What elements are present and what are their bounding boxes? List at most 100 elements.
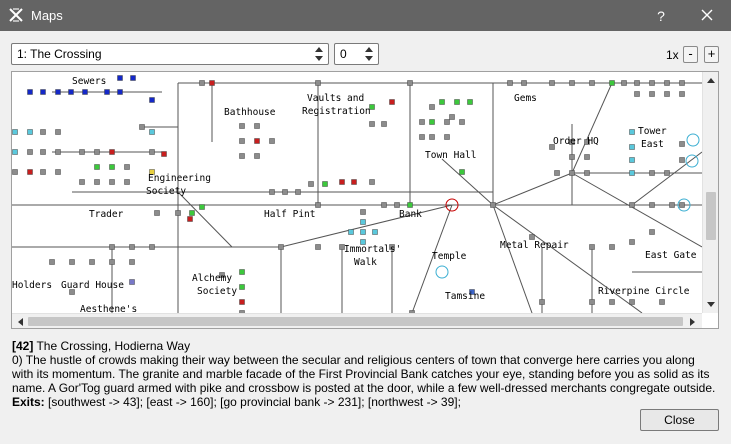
map-room[interactable] — [12, 129, 18, 135]
map-room[interactable] — [239, 299, 245, 305]
map-room[interactable] — [149, 244, 155, 250]
map-room[interactable] — [459, 169, 465, 175]
map-room[interactable] — [634, 80, 640, 86]
map-room[interactable] — [664, 80, 670, 86]
map-room[interactable] — [348, 229, 354, 235]
horizontal-scrollbar[interactable] — [12, 313, 702, 328]
map-room[interactable] — [27, 169, 33, 175]
map-room[interactable] — [529, 234, 535, 240]
map-room[interactable] — [439, 99, 445, 105]
map-room[interactable] — [68, 89, 74, 95]
map-room[interactable] — [649, 80, 655, 86]
map-room[interactable] — [664, 170, 670, 176]
map-room[interactable] — [94, 179, 100, 185]
map-room[interactable] — [49, 259, 55, 265]
map-room[interactable] — [315, 80, 321, 86]
vertical-scrollbar[interactable] — [702, 72, 718, 313]
map-room[interactable] — [589, 299, 595, 305]
map-room[interactable] — [539, 299, 545, 305]
map-room[interactable] — [254, 123, 260, 129]
map-room[interactable] — [269, 189, 275, 195]
map-room[interactable] — [79, 149, 85, 155]
map-canvas[interactable]: Sewers Vaults and Registration Gems Bathhous… — [12, 72, 702, 313]
map-room[interactable] — [149, 97, 155, 103]
map-room[interactable] — [629, 157, 635, 163]
zoom-out-button[interactable]: - — [683, 46, 698, 63]
map-room-marker[interactable] — [435, 265, 449, 279]
map-room[interactable] — [315, 202, 321, 208]
map-room[interactable] — [679, 157, 685, 163]
map-room[interactable] — [407, 202, 413, 208]
map-room-marker[interactable] — [686, 133, 700, 147]
map-room[interactable] — [569, 154, 575, 160]
map-room[interactable] — [269, 138, 275, 144]
map-room[interactable] — [129, 259, 135, 265]
map-room[interactable] — [175, 210, 181, 216]
map-room[interactable] — [569, 80, 575, 86]
map-room[interactable] — [629, 299, 635, 305]
map-room[interactable] — [239, 269, 245, 275]
map-room[interactable] — [407, 80, 413, 86]
map-room[interactable] — [154, 210, 160, 216]
map-room[interactable] — [444, 134, 450, 140]
map-room[interactable] — [584, 170, 590, 176]
map-room[interactable] — [55, 89, 61, 95]
map-room[interactable] — [139, 124, 145, 130]
map-room[interactable] — [429, 119, 435, 125]
map-room[interactable] — [629, 202, 635, 208]
map-room[interactable] — [94, 164, 100, 170]
map-room[interactable] — [94, 149, 100, 155]
map-room[interactable] — [419, 134, 425, 140]
map-room[interactable] — [40, 129, 46, 135]
map-room[interactable] — [649, 91, 655, 97]
map-room[interactable] — [308, 181, 314, 187]
map-room[interactable] — [239, 153, 245, 159]
map-room[interactable] — [239, 123, 245, 129]
map-room[interactable] — [679, 202, 685, 208]
map-room[interactable] — [459, 119, 465, 125]
map-room[interactable] — [12, 169, 18, 175]
map-room[interactable] — [419, 119, 425, 125]
map-room[interactable] — [389, 99, 395, 105]
map-room[interactable] — [554, 170, 560, 176]
map-room[interactable] — [40, 169, 46, 175]
map-room[interactable] — [360, 229, 366, 235]
map-room[interactable] — [629, 239, 635, 245]
map-room[interactable] — [629, 129, 635, 135]
map-room[interactable] — [82, 89, 88, 95]
map-room[interactable] — [124, 179, 130, 185]
close-button[interactable]: Close — [640, 409, 719, 431]
map-room[interactable] — [109, 244, 115, 250]
map-room[interactable] — [649, 202, 655, 208]
map-room[interactable] — [507, 80, 513, 86]
map-room[interactable] — [679, 91, 685, 97]
zoom-in-button[interactable]: + — [704, 46, 719, 63]
map-room[interactable] — [679, 141, 685, 147]
map-room[interactable] — [89, 259, 95, 265]
map-room[interactable] — [490, 202, 496, 208]
map-room[interactable] — [282, 189, 288, 195]
horizontal-scroll-thumb[interactable] — [28, 317, 683, 326]
scroll-down-icon[interactable] — [707, 302, 715, 308]
map-room[interactable] — [12, 149, 18, 155]
map-room[interactable] — [295, 189, 301, 195]
map-room[interactable] — [609, 244, 615, 250]
map-room[interactable] — [634, 91, 640, 97]
map-room[interactable] — [55, 169, 61, 175]
vertical-scroll-thumb[interactable] — [706, 192, 716, 240]
map-room[interactable] — [69, 259, 75, 265]
map-room[interactable] — [109, 164, 115, 170]
help-button[interactable]: ? — [648, 4, 674, 28]
map-room[interactable] — [629, 170, 635, 176]
map-room[interactable] — [569, 170, 575, 176]
map-room[interactable] — [109, 259, 115, 265]
map-room[interactable] — [669, 202, 675, 208]
scroll-up-icon[interactable] — [707, 77, 715, 83]
map-room[interactable] — [351, 179, 357, 185]
map-room[interactable] — [199, 204, 205, 210]
map-room[interactable] — [40, 149, 46, 155]
map-room[interactable] — [369, 179, 375, 185]
map-room[interactable] — [239, 284, 245, 290]
map-room[interactable] — [664, 91, 670, 97]
map-room[interactable] — [129, 244, 135, 250]
